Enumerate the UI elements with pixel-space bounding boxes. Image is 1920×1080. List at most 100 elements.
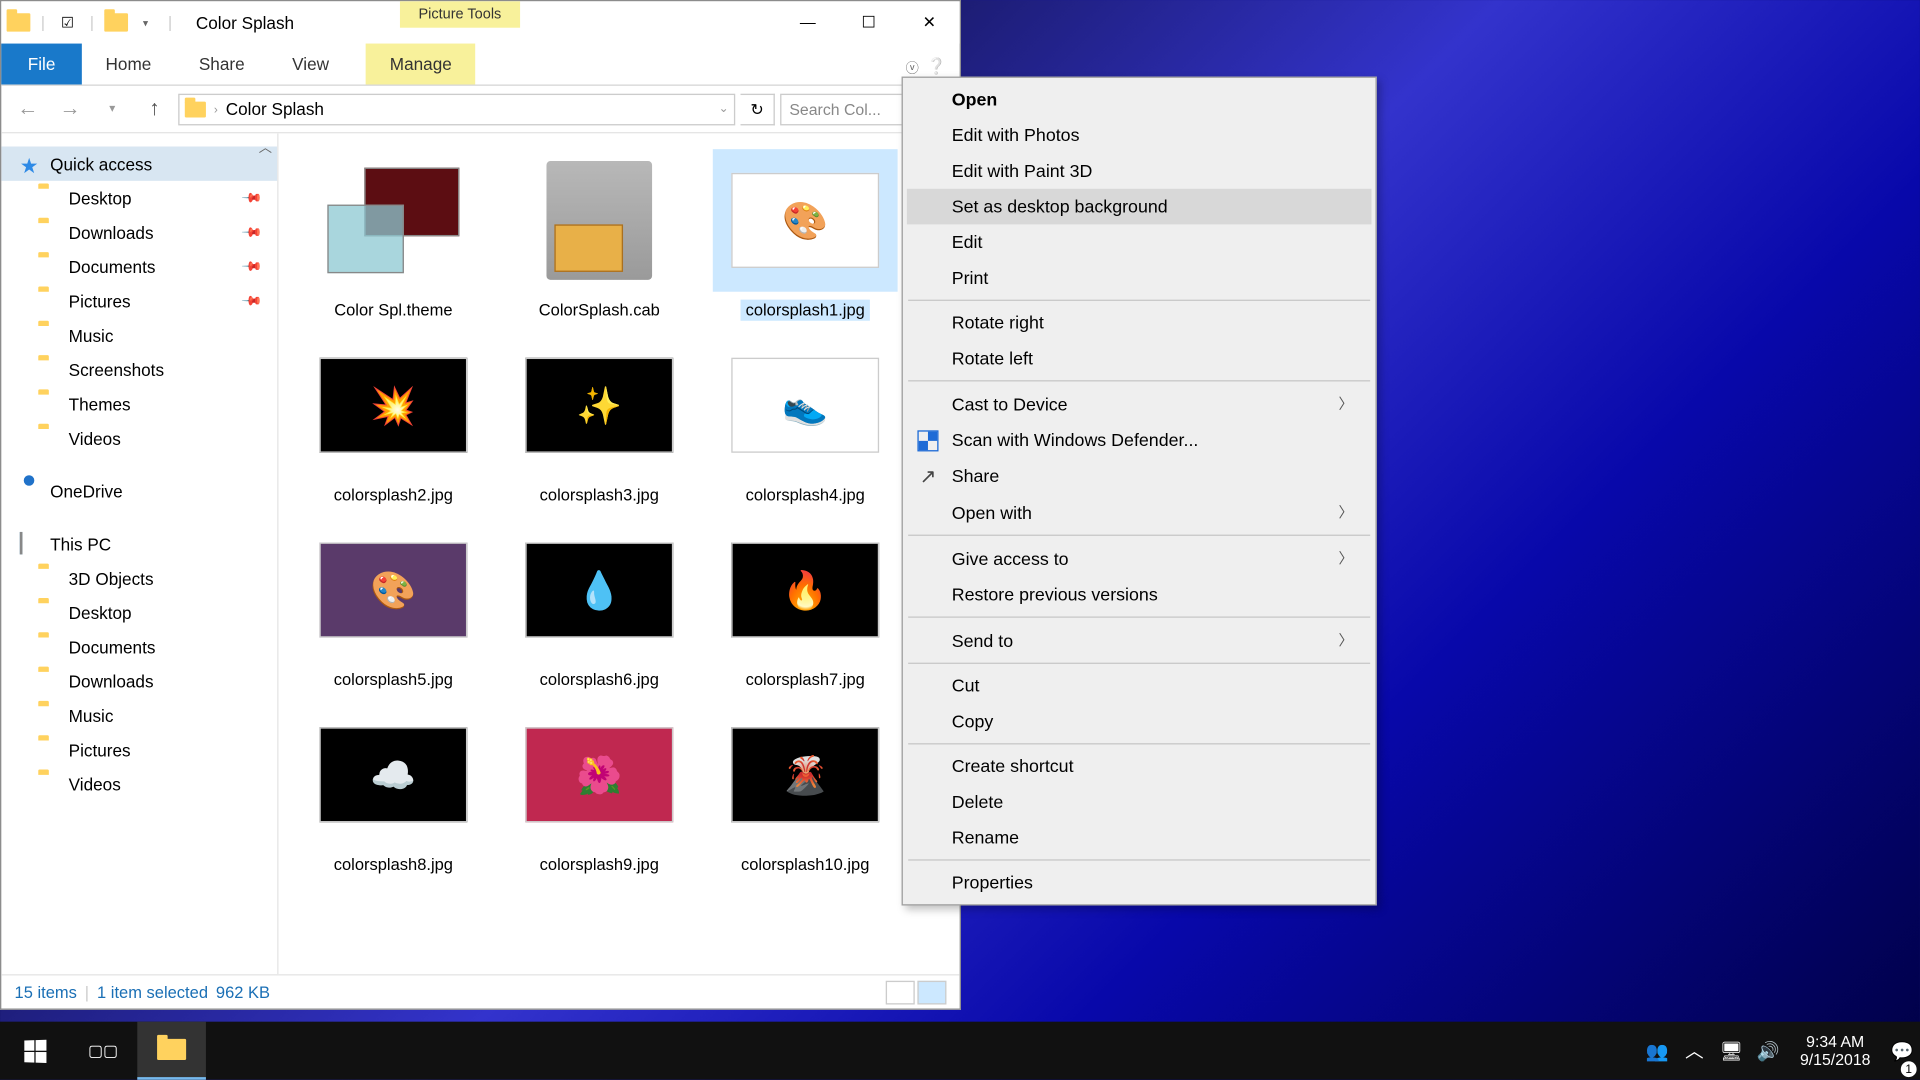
sidebar-this-pc[interactable]: This PC xyxy=(1,527,277,561)
sidebar-item[interactable]: Desktop xyxy=(1,595,277,629)
folder-icon xyxy=(38,222,59,243)
close-button[interactable]: ✕ xyxy=(899,1,960,43)
file-item[interactable]: 🎨colorsplash1.jpg xyxy=(706,149,904,321)
file-item[interactable]: ColorSplash.cab xyxy=(500,149,698,321)
menu-separator xyxy=(908,743,1370,744)
menu-separator xyxy=(908,535,1370,536)
sidebar-item[interactable]: Documents📌 xyxy=(1,249,277,283)
sidebar-item[interactable]: Themes xyxy=(1,387,277,421)
menu-item[interactable]: Restore previous versions xyxy=(907,577,1372,613)
properties-icon[interactable]: ☑ xyxy=(56,11,80,35)
menu-item[interactable]: Open xyxy=(907,82,1372,118)
chevron-down-icon[interactable]: ⌄ xyxy=(719,102,729,117)
menu-item[interactable]: Set as desktop background xyxy=(907,189,1372,225)
sidebar-item[interactable]: Pictures xyxy=(1,733,277,767)
menu-item[interactable]: Give access to〉 xyxy=(907,540,1372,577)
start-button[interactable] xyxy=(0,1022,69,1080)
menu-item-label: Create shortcut xyxy=(952,756,1074,776)
menu-item[interactable]: Copy xyxy=(907,704,1372,740)
file-item[interactable]: 💥colorsplash2.jpg xyxy=(294,334,492,506)
menu-item[interactable]: Delete xyxy=(907,784,1372,820)
file-item[interactable]: 🔥colorsplash7.jpg xyxy=(706,519,904,691)
minimize-button[interactable]: — xyxy=(777,1,838,43)
sidebar-quick-access[interactable]: ★ Quick access xyxy=(1,147,277,181)
folder-icon xyxy=(38,636,59,657)
file-item[interactable]: ☁️colorsplash8.jpg xyxy=(294,704,492,876)
menu-item[interactable]: Properties xyxy=(907,865,1372,901)
menu-item[interactable]: Edit with Paint 3D xyxy=(907,153,1372,189)
tab-file[interactable]: File xyxy=(1,44,81,85)
menu-item-label: Edit with Photos xyxy=(952,125,1080,145)
menu-item[interactable]: ↗Share xyxy=(907,458,1372,494)
tray-expand-icon[interactable]: ︿ xyxy=(1676,1022,1713,1080)
date-text: 9/15/2018 xyxy=(1800,1051,1870,1069)
file-item[interactable]: 👟colorsplash4.jpg xyxy=(706,334,904,506)
file-item[interactable]: Color Spl.theme xyxy=(294,149,492,321)
folder-icon xyxy=(38,428,59,449)
thumbnail: 🎨 xyxy=(713,149,898,292)
sidebar-item[interactable]: Desktop📌 xyxy=(1,181,277,215)
sidebar-onedrive[interactable]: OneDrive xyxy=(1,474,277,508)
menu-item[interactable]: Rotate right xyxy=(907,305,1372,341)
notifications-icon[interactable]: 💬1 xyxy=(1884,1022,1920,1080)
qat-dropdown-icon[interactable]: ▾ xyxy=(134,11,158,35)
file-label: colorsplash2.jpg xyxy=(328,484,458,505)
menu-item[interactable]: Print xyxy=(907,260,1372,296)
taskbar-explorer[interactable] xyxy=(137,1022,206,1080)
menu-item[interactable]: Cut xyxy=(907,668,1372,704)
thumb-view-button[interactable] xyxy=(917,980,946,1004)
sidebar-item[interactable]: Documents xyxy=(1,630,277,664)
details-view-button[interactable] xyxy=(886,980,915,1004)
up-button[interactable]: ↑ xyxy=(136,90,173,127)
refresh-button[interactable]: ↻ xyxy=(741,93,775,125)
recent-dropdown-icon[interactable]: ▾ xyxy=(94,90,131,127)
menu-item[interactable]: Edit xyxy=(907,224,1372,260)
sidebar-item[interactable]: 3D Objects xyxy=(1,561,277,595)
file-item[interactable]: 🌋colorsplash10.jpg xyxy=(706,704,904,876)
menu-item[interactable]: Rotate left xyxy=(907,341,1372,377)
help-icon[interactable]: ❔ xyxy=(927,57,947,77)
menu-item[interactable]: Open with〉 xyxy=(907,494,1372,531)
scroll-up-icon[interactable]: ︿ xyxy=(259,136,272,156)
sidebar-item[interactable]: Videos xyxy=(1,421,277,455)
file-label: colorsplash4.jpg xyxy=(740,484,870,505)
tab-home[interactable]: Home xyxy=(82,44,175,85)
cloud-icon xyxy=(20,480,41,501)
sidebar-item[interactable]: Screenshots xyxy=(1,352,277,386)
file-item[interactable]: 💧colorsplash6.jpg xyxy=(500,519,698,691)
sidebar-item[interactable]: Music xyxy=(1,318,277,352)
thumbnail xyxy=(301,149,486,292)
file-item[interactable]: ✨colorsplash3.jpg xyxy=(500,334,698,506)
sidebar-item[interactable]: Downloads📌 xyxy=(1,215,277,249)
network-icon[interactable]: 🖥 xyxy=(1713,1022,1750,1080)
menu-item[interactable]: Send to〉 xyxy=(907,622,1372,659)
sidebar-item[interactable]: Music xyxy=(1,698,277,732)
sidebar-item[interactable]: Videos xyxy=(1,767,277,801)
breadcrumb[interactable]: Color Splash xyxy=(226,99,324,119)
expand-ribbon-icon[interactable]: ⓥ xyxy=(906,57,919,77)
file-item[interactable]: 🎨colorsplash5.jpg xyxy=(294,519,492,691)
tab-view[interactable]: View xyxy=(268,44,352,85)
people-icon[interactable]: 👥 xyxy=(1639,1022,1676,1080)
maximize-button[interactable]: ☐ xyxy=(838,1,899,43)
menu-item[interactable]: Rename xyxy=(907,820,1372,856)
sidebar-item[interactable]: Pictures📌 xyxy=(1,284,277,318)
tab-manage[interactable]: Manage xyxy=(366,44,476,85)
task-view-button[interactable]: ▢▢ xyxy=(69,1022,138,1080)
file-item[interactable]: 🌺colorsplash9.jpg xyxy=(500,704,698,876)
tab-share[interactable]: Share xyxy=(175,44,268,85)
file-label: colorsplash7.jpg xyxy=(740,669,870,690)
menu-item[interactable]: Cast to Device〉 xyxy=(907,385,1372,422)
items-view[interactable]: Color Spl.themeColorSplash.cab🎨colorspla… xyxy=(279,133,960,974)
sidebar-item[interactable]: Downloads xyxy=(1,664,277,698)
chevron-right-icon[interactable]: › xyxy=(214,102,218,115)
sidebar-item-label: 3D Objects xyxy=(69,568,154,588)
menu-item[interactable]: Scan with Windows Defender... xyxy=(907,422,1372,458)
menu-item[interactable]: Edit with Photos xyxy=(907,117,1372,153)
system-clock[interactable]: 9:34 AM 9/15/2018 xyxy=(1787,1032,1884,1069)
volume-icon[interactable]: 🔊 xyxy=(1750,1022,1787,1080)
back-button[interactable]: ← xyxy=(9,90,46,127)
menu-item[interactable]: Create shortcut xyxy=(907,748,1372,784)
address-bar[interactable]: › Color Splash ⌄ xyxy=(178,93,735,125)
taskbar[interactable]: ▢▢ 👥 ︿ 🖥 🔊 9:34 AM 9/15/2018 💬1 xyxy=(0,1022,1920,1080)
